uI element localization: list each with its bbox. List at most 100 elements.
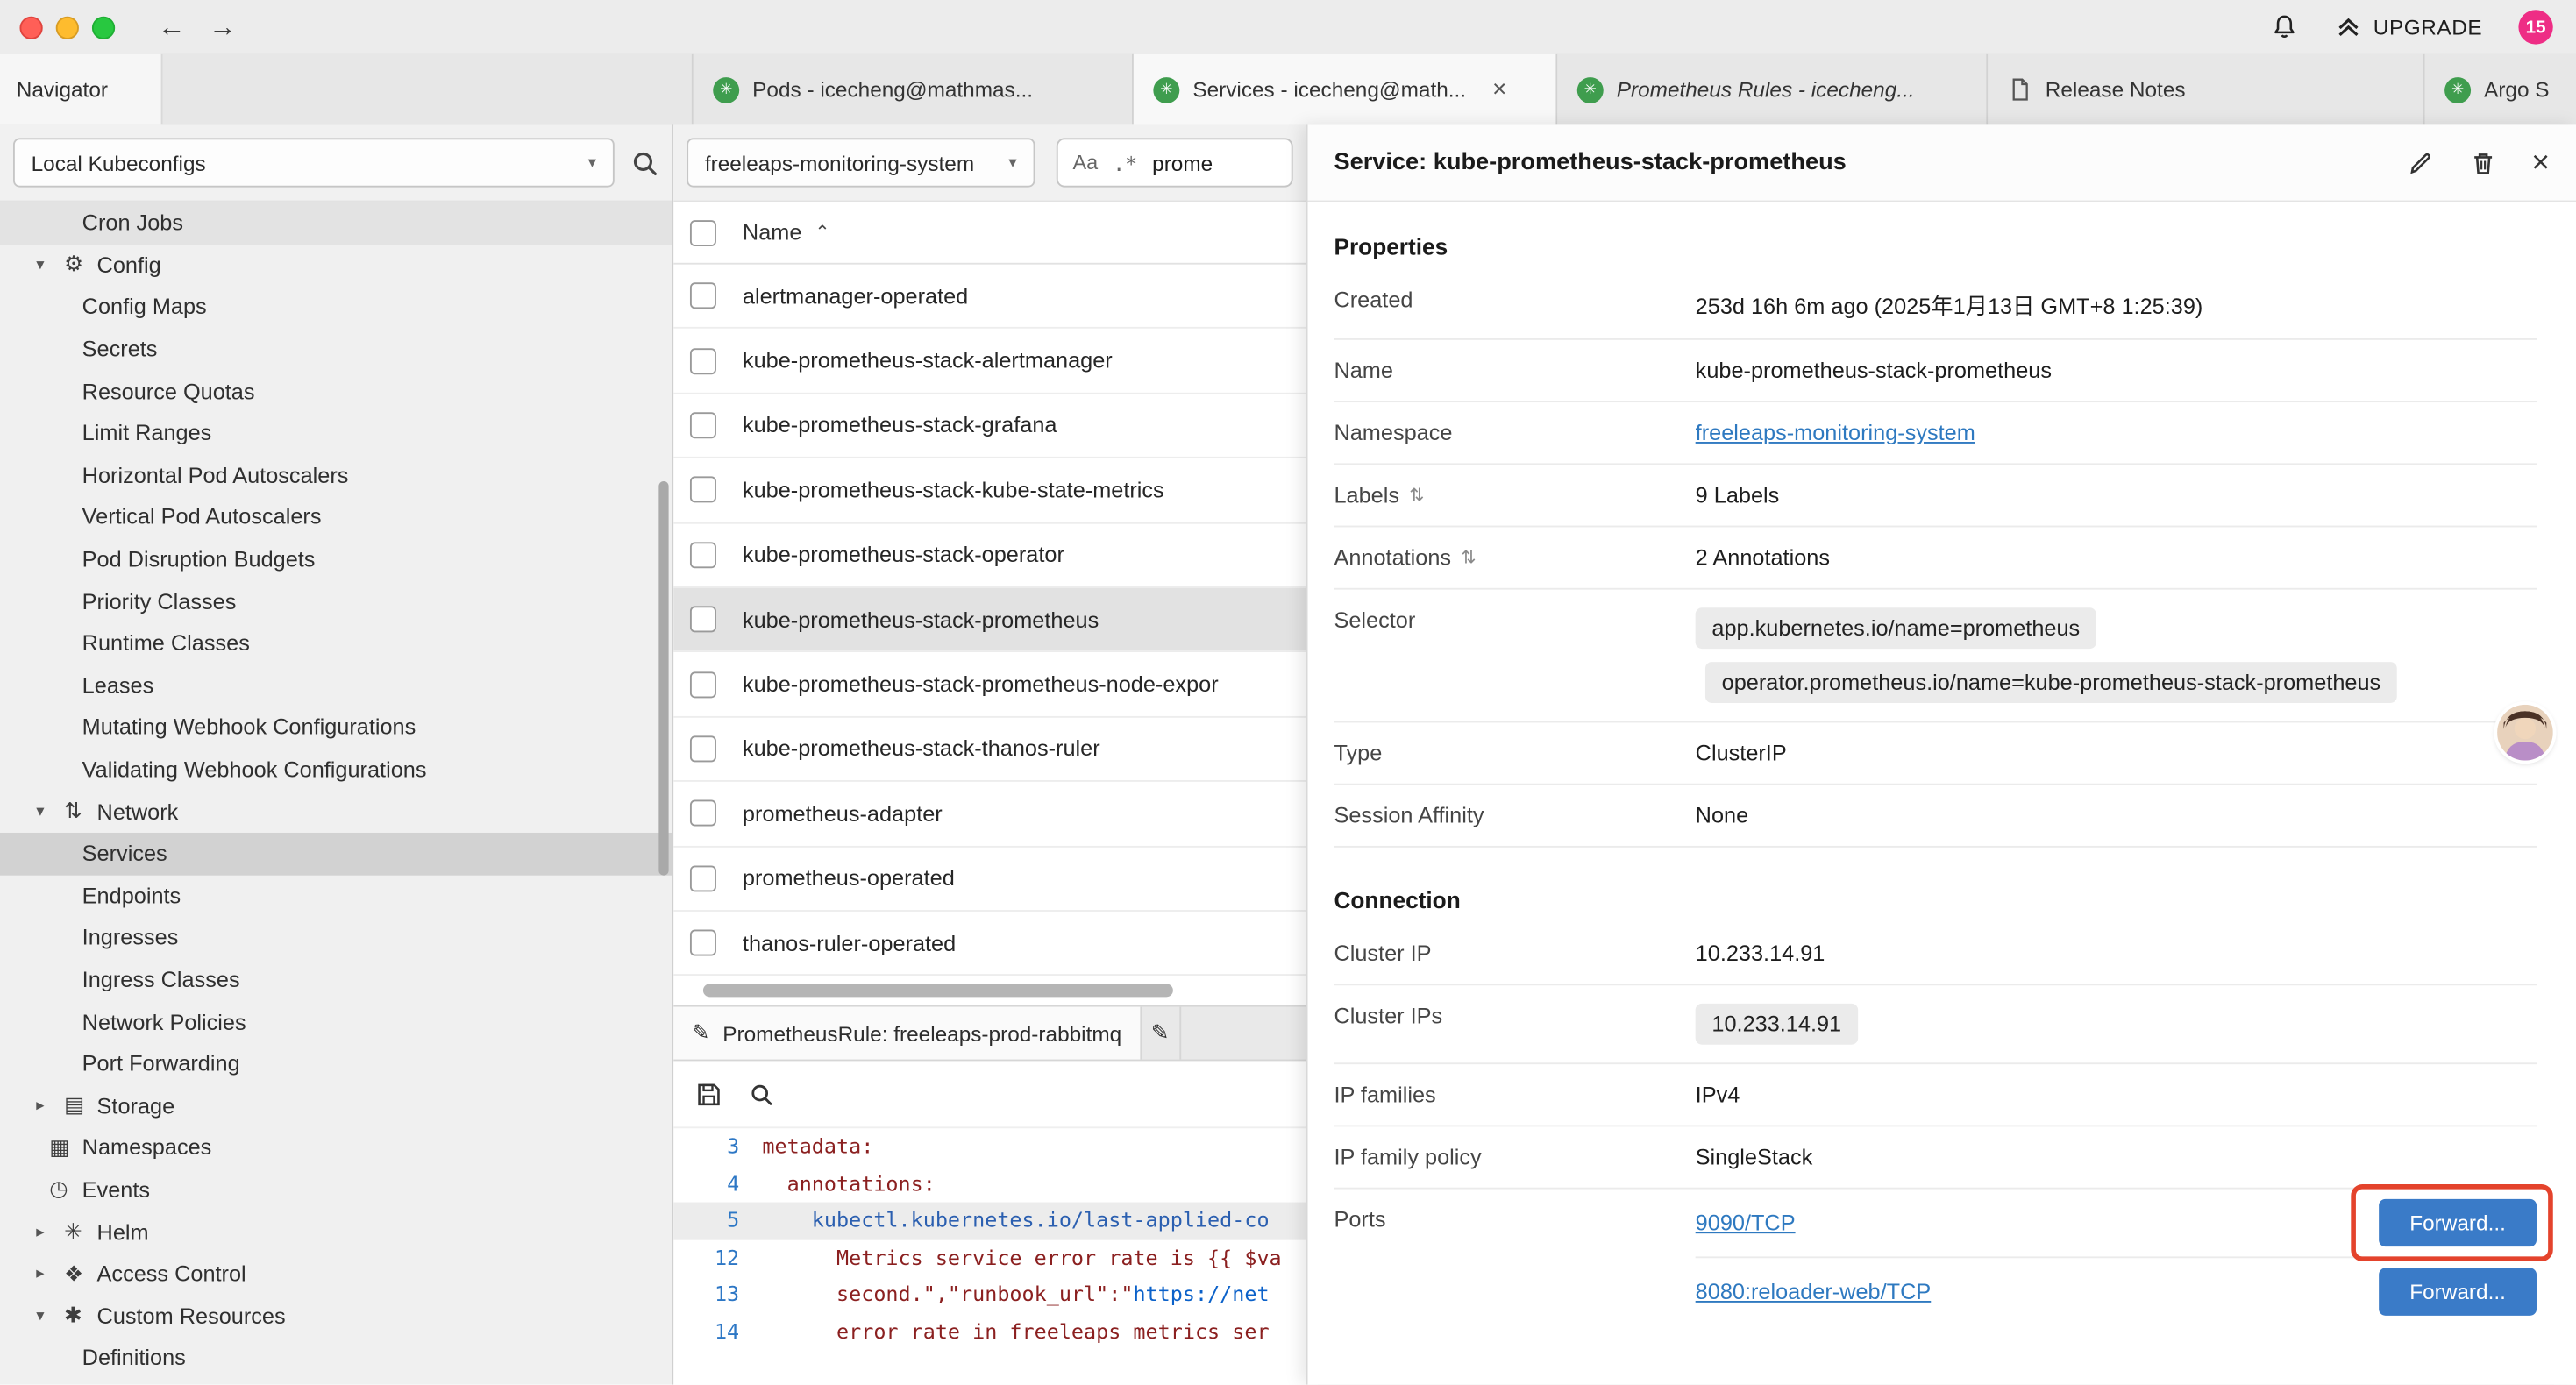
sidebar-item-network[interactable]: ▾ ⇅ Network [0, 791, 672, 833]
namespace-select[interactable]: freeleaps-monitoring-system ▾ [687, 138, 1035, 187]
table-row-selected[interactable]: kube-prometheus-stack-prometheus [673, 588, 1306, 653]
chevron-right-icon[interactable]: ▸ [36, 1265, 64, 1283]
regex-toggle[interactable]: .* [1113, 150, 1137, 174]
table-row[interactable]: kube-prometheus-stack-kube-state-metrics [673, 458, 1306, 523]
sidebar-item-events[interactable]: ◷ Events [0, 1168, 672, 1211]
minimize-window-button[interactable] [56, 16, 79, 39]
sidebar-item-cron-jobs[interactable]: Cron Jobs [0, 202, 672, 244]
sidebar-item-storage[interactable]: ▸ ▤ Storage [0, 1085, 672, 1127]
forward-icon[interactable]: → [209, 11, 237, 43]
sidebar-item-ingress-classes[interactable]: Ingress Classes [0, 959, 672, 1001]
table-row[interactable]: alertmanager-operated [673, 265, 1306, 330]
table-row[interactable]: prometheus-operated [673, 847, 1306, 912]
sidebar-item-priority-classes[interactable]: Priority Classes [0, 580, 672, 622]
search-icon[interactable] [631, 149, 659, 177]
sidebar-item-config[interactable]: ▾ ⚙ Config [0, 244, 672, 286]
row-checkbox[interactable] [690, 865, 716, 891]
zoom-window-button[interactable] [92, 16, 115, 39]
sidebar-item-resource-quotas[interactable]: Resource Quotas [0, 370, 672, 412]
back-icon[interactable]: ← [158, 11, 186, 43]
edit-pencil-icon[interactable] [2407, 149, 2435, 177]
row-checkbox[interactable] [690, 671, 716, 697]
navigator-panel-tab[interactable]: Navigator [0, 54, 162, 125]
tab-services[interactable]: ✳ Services - icecheng@math... × [1134, 54, 1557, 125]
sidebar-item-secrets[interactable]: Secrets [0, 328, 672, 370]
chevron-down-icon[interactable]: ▾ [36, 256, 64, 274]
row-checkbox[interactable] [690, 607, 716, 633]
row-checkbox[interactable] [690, 800, 716, 827]
sidebar-item-namespaces[interactable]: ▦ Namespaces [0, 1126, 672, 1168]
user-avatar[interactable] [2497, 705, 2553, 761]
sidebar-scrollbar[interactable] [658, 481, 668, 876]
sidebar-item-pod-disruption-budgets[interactable]: Pod Disruption Budgets [0, 538, 672, 580]
sidebar-item-helm[interactable]: ▸ ✳ Helm [0, 1211, 672, 1253]
port-link-9090[interactable]: 9090/TCP [1696, 1211, 1796, 1235]
dock-tab-prometheusrule[interactable]: ✎ PrometheusRule: freeleaps-prod-rabbitm… [673, 1007, 1141, 1060]
close-tab-icon[interactable]: × [1492, 75, 1506, 103]
search-icon[interactable] [749, 1082, 773, 1106]
sidebar-item-mutating-webhook-configurations[interactable]: Mutating Webhook Configurations [0, 707, 672, 749]
forward-button[interactable]: Forward... [2379, 1199, 2537, 1246]
table-row[interactable]: kube-prometheus-stack-grafana [673, 394, 1306, 458]
sidebar-item-leases[interactable]: Leases [0, 664, 672, 707]
sidebar-item-ingresses[interactable]: Ingresses [0, 917, 672, 959]
sidebar-item-services[interactable]: Services [0, 833, 672, 875]
kubeconfig-select[interactable]: Local Kubeconfigs ▾ [13, 138, 615, 187]
sidebar-item-endpoints[interactable]: Endpoints [0, 875, 672, 917]
table-row[interactable]: prometheus-adapter [673, 782, 1306, 847]
forward-button[interactable]: Forward... [2379, 1268, 2537, 1316]
table-row[interactable]: thanos-ruler-operated [673, 912, 1306, 977]
search-input[interactable]: Aa .* prome [1057, 138, 1293, 187]
sidebar-item-vertical-pod-autoscalers[interactable]: Vertical Pod Autoscalers [0, 496, 672, 538]
row-checkbox[interactable] [690, 347, 716, 373]
expand-updown-icon[interactable]: ⇅ [1461, 547, 1476, 568]
row-checkbox[interactable] [690, 735, 716, 762]
expand-updown-icon[interactable]: ⇅ [1409, 485, 1424, 506]
sidebar-item-access-control[interactable]: ▸ ❖ Access Control [0, 1253, 672, 1295]
table-row[interactable]: kube-prometheus-stack-operator [673, 523, 1306, 588]
tab-pods[interactable]: ✳ Pods - icecheng@mathmas... [694, 54, 1134, 125]
sidebar-item-custom-resources[interactable]: ▾ ✱ Custom Resources [0, 1295, 672, 1337]
table-row[interactable]: kube-prometheus-stack-prometheus-node-ex… [673, 653, 1306, 718]
name-column-header[interactable]: Name [743, 220, 801, 245]
sidebar-item-network-policies[interactable]: Network Policies [0, 1001, 672, 1043]
notification-count-badge[interactable]: 15 [2518, 10, 2552, 44]
sidebar-item-port-forwarding[interactable]: Port Forwarding [0, 1043, 672, 1085]
scrollbar-thumb[interactable] [703, 984, 1173, 998]
port-link-8080[interactable]: 8080:reloader-web/TCP [1696, 1280, 1932, 1304]
trash-icon[interactable] [2469, 149, 2497, 177]
horizontal-scrollbar[interactable] [673, 977, 1306, 1006]
tab-prometheus-rules[interactable]: ✳ Prometheus Rules - icecheng... [1557, 54, 1988, 125]
row-checkbox[interactable] [690, 542, 716, 568]
sidebar-item-validating-webhook-configurations[interactable]: Validating Webhook Configurations [0, 749, 672, 791]
sidebar-item-horizontal-pod-autoscalers[interactable]: Horizontal Pod Autoscalers [0, 454, 672, 496]
save-icon[interactable] [695, 1081, 723, 1109]
sidebar-item-limit-ranges[interactable]: Limit Ranges [0, 412, 672, 454]
sidebar-item-runtime-classes[interactable]: Runtime Classes [0, 622, 672, 664]
yaml-editor[interactable]: 3metadata: 4 annotations: 5 kubectl.kube… [673, 1129, 1306, 1351]
sidebar-item-definitions[interactable]: Definitions [0, 1337, 672, 1379]
bell-icon[interactable] [2270, 13, 2298, 41]
row-checkbox[interactable] [690, 412, 716, 438]
chevron-down-icon[interactable]: ▾ [36, 1307, 64, 1325]
upgrade-button[interactable]: UPGRADE [2334, 13, 2482, 41]
table-row[interactable]: kube-prometheus-stack-alertmanager [673, 329, 1306, 394]
chevron-right-icon[interactable]: ▸ [36, 1097, 64, 1115]
sort-ascending-icon[interactable]: ⌃ [815, 222, 829, 243]
sidebar-item-config-maps[interactable]: Config Maps [0, 286, 672, 328]
row-checkbox[interactable] [690, 477, 716, 503]
tab-argo[interactable]: ✳ Argo S [2425, 54, 2576, 125]
row-checkbox[interactable] [690, 283, 716, 309]
match-case-toggle[interactable]: Aa [1073, 151, 1099, 174]
dock-tab-partial[interactable]: ✎ [1142, 1007, 1181, 1060]
select-all-checkbox[interactable] [690, 219, 716, 245]
close-icon[interactable]: × [2531, 147, 2550, 179]
row-checkbox[interactable] [690, 930, 716, 956]
tabbar-spacer [162, 54, 693, 125]
namespace-link[interactable]: freeleaps-monitoring-system [1696, 421, 1975, 445]
tab-release-notes[interactable]: Release Notes [1988, 54, 2424, 125]
chevron-right-icon[interactable]: ▸ [36, 1223, 64, 1241]
close-window-button[interactable] [19, 16, 42, 39]
chevron-down-icon[interactable]: ▾ [36, 803, 64, 821]
table-row[interactable]: kube-prometheus-stack-thanos-ruler [673, 717, 1306, 782]
